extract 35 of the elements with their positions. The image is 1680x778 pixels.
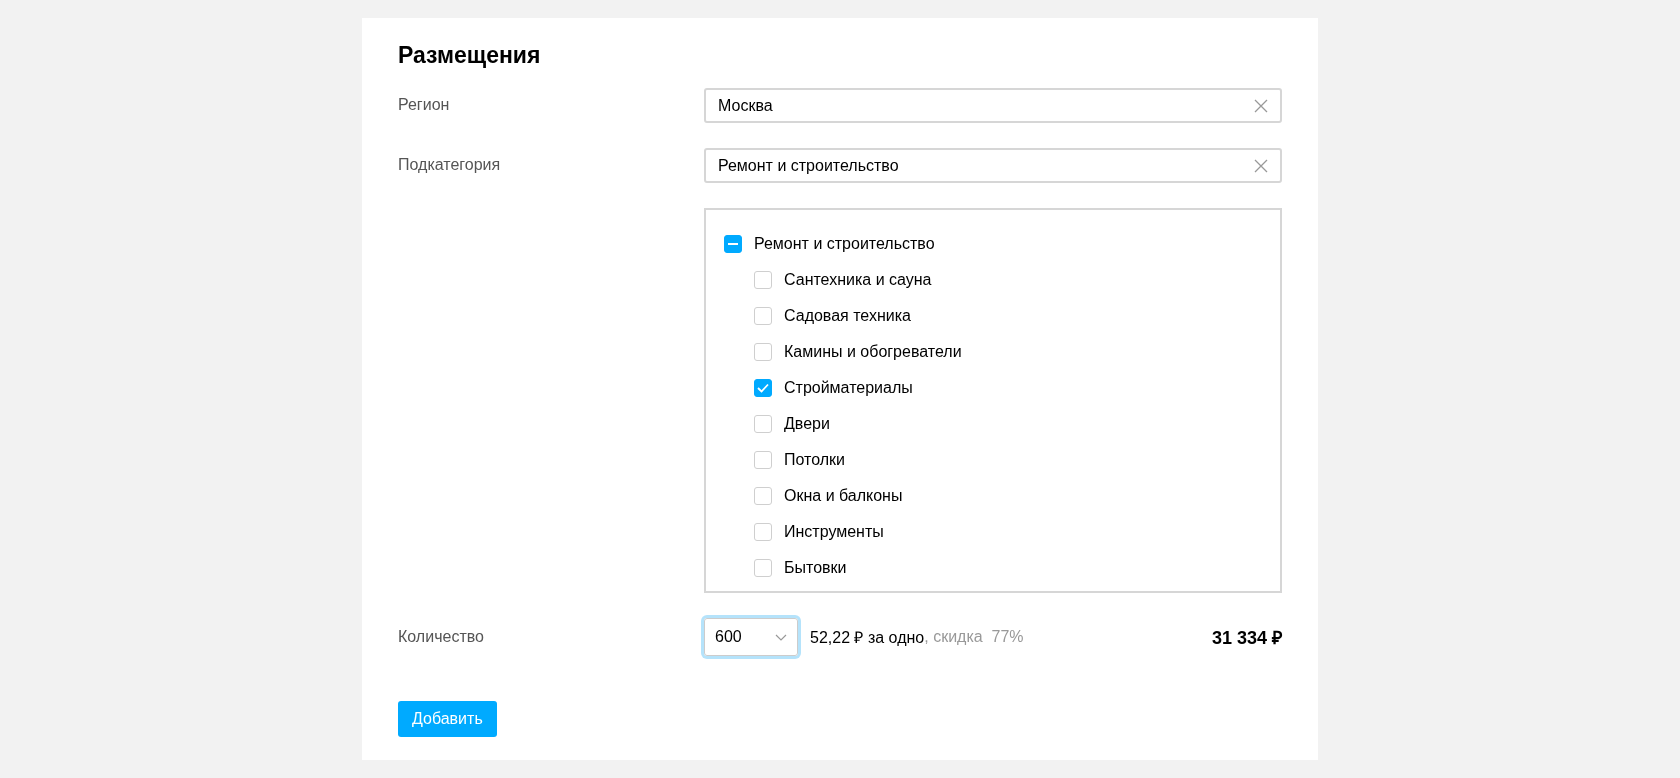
section-title: Размещения: [398, 42, 541, 69]
field-label: Подкатегория: [398, 155, 502, 175]
checkbox[interactable]: [754, 523, 772, 541]
checkbox-label[interactable]: Инструменты: [784, 523, 884, 541]
checkbox[interactable]: [754, 271, 772, 289]
checkbox-label[interactable]: Стройматериалы: [784, 379, 913, 397]
checkbox-label[interactable]: Камины и обогреватели: [784, 343, 962, 361]
checkbox[interactable]: [754, 343, 772, 361]
unit-price: 52,22 ₽ за одно: [810, 628, 925, 648]
checkbox-label[interactable]: Потолки: [784, 451, 845, 469]
field-label: Количество: [398, 628, 485, 646]
clear-icon[interactable]: [1254, 98, 1268, 113]
region-field[interactable]: Москва: [704, 88, 1282, 123]
checkbox-label[interactable]: Окна и балконы: [784, 487, 903, 505]
checkbox-label[interactable]: Садовая техника: [784, 307, 911, 325]
check-icon: [757, 383, 769, 393]
checkbox[interactable]: [754, 379, 772, 397]
checkbox[interactable]: [724, 235, 742, 253]
clear-icon[interactable]: [1254, 158, 1268, 173]
subcategory-field[interactable]: Ремонт и строительство: [704, 148, 1282, 183]
checkbox[interactable]: [754, 307, 772, 325]
checkbox-label[interactable]: Сантехника и сауна: [784, 271, 932, 289]
minus-icon: [728, 243, 738, 245]
chevron-down-icon[interactable]: [775, 633, 787, 641]
checkbox-label[interactable]: Двери: [784, 415, 830, 433]
total-price: 31 334 ₽: [1211, 627, 1282, 649]
checkbox-label[interactable]: Ремонт и строительство: [754, 235, 935, 253]
checkbox[interactable]: [754, 559, 772, 577]
field-label: Регион: [398, 95, 451, 115]
checkbox[interactable]: [754, 487, 772, 505]
discount-text: , скидка 77%: [924, 628, 1024, 645]
checkbox-label[interactable]: Бытовки: [784, 559, 847, 577]
checkbox[interactable]: [754, 451, 772, 469]
quantity-dropdown[interactable]: 600: [704, 618, 798, 656]
checkbox[interactable]: [754, 415, 772, 433]
